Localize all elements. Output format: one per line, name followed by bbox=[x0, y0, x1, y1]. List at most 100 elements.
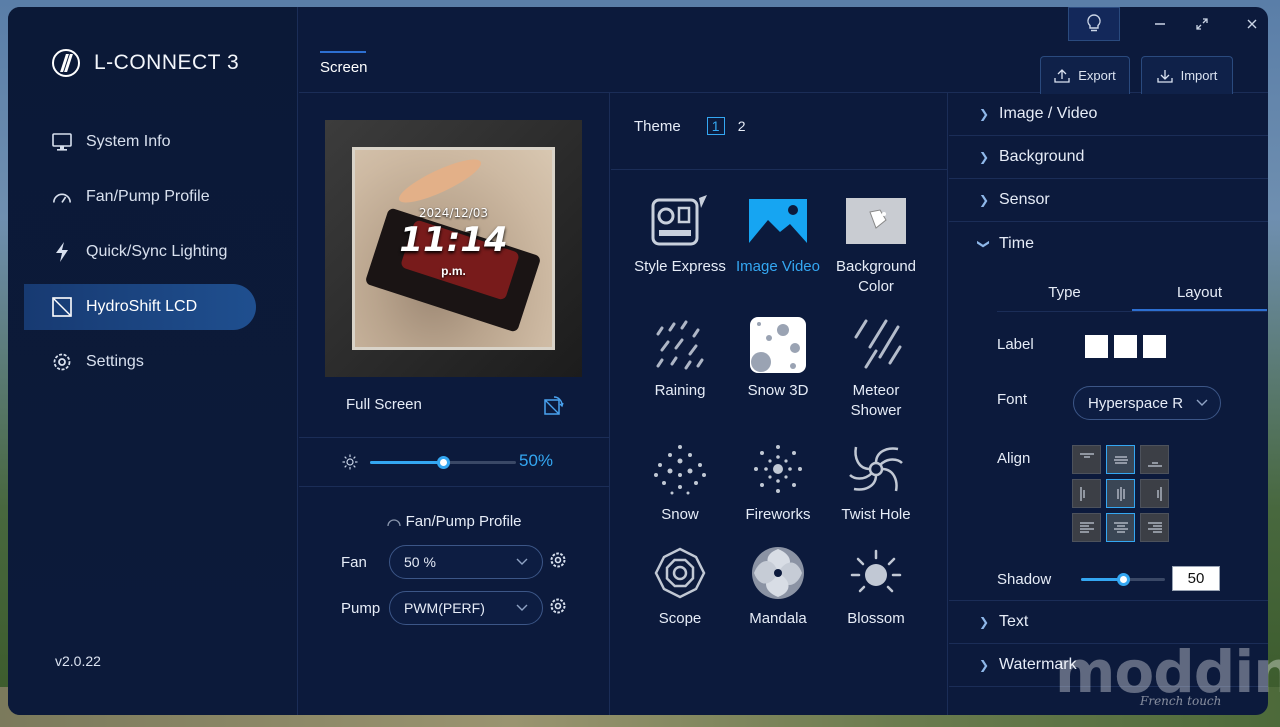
theme-item-label: Fireworks bbox=[745, 506, 811, 523]
brightness-slider[interactable] bbox=[370, 456, 516, 469]
theme-item-raining[interactable]: Raining bbox=[631, 317, 729, 421]
tab-layout[interactable]: Layout bbox=[1132, 280, 1267, 311]
theme-item-background-color[interactable]: Background Color bbox=[827, 193, 925, 297]
section-time[interactable]: ❯ Time bbox=[949, 222, 1268, 265]
lightning-icon bbox=[52, 242, 72, 262]
brand: L-CONNECT 3 bbox=[52, 49, 239, 77]
sidebar-item-quick-sync-lighting[interactable]: Quick/Sync Lighting bbox=[24, 229, 256, 275]
align-left-edge-icon bbox=[1079, 486, 1085, 501]
theme-item-label: Style Express bbox=[634, 258, 726, 275]
align-center-vertical-button[interactable] bbox=[1106, 479, 1135, 508]
theme-item-twist-hole[interactable]: Twist Hole bbox=[827, 441, 925, 525]
text-align-center-button[interactable] bbox=[1106, 513, 1135, 542]
label-color-swatch-2[interactable] bbox=[1114, 335, 1137, 358]
sidebar-item-system-info[interactable]: System Info bbox=[24, 119, 256, 165]
fan-label: Fan bbox=[341, 553, 367, 571]
theme-item-label: Mandala bbox=[749, 610, 807, 627]
brightness-slider-handle[interactable] bbox=[437, 456, 450, 469]
align-left-edge-button[interactable] bbox=[1072, 479, 1101, 508]
fan-select[interactable]: 50 % bbox=[389, 545, 543, 579]
shadow-label: Shadow bbox=[997, 571, 1052, 588]
sidebar-item-label: HydroShift LCD bbox=[86, 298, 198, 315]
align-bottom-icon bbox=[1147, 461, 1162, 467]
theme-page-1[interactable]: 1 bbox=[706, 117, 725, 135]
chevron-right-icon: ❯ bbox=[979, 658, 990, 672]
theme-page-2[interactable]: 2 bbox=[733, 117, 751, 135]
divider bbox=[299, 486, 610, 487]
tips-bulb-button[interactable] bbox=[1068, 7, 1120, 41]
sidebar-item-settings[interactable]: Settings bbox=[24, 339, 256, 385]
label-color-swatch-1[interactable] bbox=[1085, 335, 1108, 358]
shadow-slider-handle[interactable] bbox=[1117, 573, 1130, 586]
chevron-right-icon: ❯ bbox=[979, 150, 990, 164]
text-align-left-button[interactable] bbox=[1072, 513, 1101, 542]
maximize-button[interactable] bbox=[1176, 7, 1228, 41]
fan-settings-gear-icon[interactable] bbox=[549, 551, 567, 574]
theme-item-snow[interactable]: Snow bbox=[631, 441, 729, 525]
section-label: Time bbox=[999, 234, 1034, 252]
chevron-right-icon: ❯ bbox=[979, 107, 990, 121]
time-subtabs: Type Layout bbox=[997, 280, 1267, 312]
minimize-icon bbox=[1155, 23, 1165, 25]
chevron-right-icon: ❯ bbox=[979, 615, 990, 629]
fireworks-icon bbox=[747, 441, 809, 497]
rotate-screen-icon[interactable] bbox=[542, 395, 564, 422]
tab-type[interactable]: Type bbox=[997, 280, 1132, 311]
theme-grid: Style Express Image Video Background Col… bbox=[631, 193, 931, 629]
section-sensor[interactable]: ❯ Sensor bbox=[949, 179, 1268, 222]
lian-li-logo-icon bbox=[52, 49, 80, 77]
shadow-value-input[interactable]: 50 bbox=[1172, 566, 1220, 591]
app-window: L-CONNECT 3 System Info Fan/Pump Profile… bbox=[8, 7, 1268, 715]
theme-item-blossom[interactable]: Blossom bbox=[827, 545, 925, 629]
align-bottom-button[interactable] bbox=[1140, 445, 1169, 474]
export-button[interactable]: Export bbox=[1040, 56, 1130, 94]
blossom-icon bbox=[845, 545, 907, 601]
align-top-button[interactable] bbox=[1072, 445, 1101, 474]
gauge-icon bbox=[387, 519, 402, 527]
label-color-swatch-3[interactable] bbox=[1143, 335, 1166, 358]
close-button[interactable] bbox=[1226, 7, 1268, 41]
label-color-label: Label bbox=[997, 336, 1034, 353]
align-center-vertical-icon bbox=[1116, 486, 1125, 501]
pump-settings-gear-icon[interactable] bbox=[549, 597, 567, 620]
bulb-icon bbox=[1087, 14, 1101, 32]
sidebar-item-hydroshift-lcd[interactable]: HydroShift LCD bbox=[24, 284, 256, 330]
image-video-icon bbox=[747, 193, 809, 249]
pump-select[interactable]: PWM(PERF) bbox=[389, 591, 543, 625]
shadow-slider[interactable] bbox=[1081, 573, 1165, 586]
brightness-value: 50% bbox=[519, 451, 554, 470]
theme-item-scope[interactable]: Scope bbox=[631, 545, 729, 629]
theme-item-fireworks[interactable]: Fireworks bbox=[729, 441, 827, 525]
sidebar-item-fan-pump-profile[interactable]: Fan/Pump Profile bbox=[24, 174, 256, 220]
theme-item-mandala[interactable]: Mandala bbox=[729, 545, 827, 629]
sidebar: L-CONNECT 3 System Info Fan/Pump Profile… bbox=[8, 7, 298, 715]
theme-item-style-express[interactable]: Style Express bbox=[631, 193, 729, 297]
section-image-video[interactable]: ❯ Image / Video bbox=[949, 93, 1268, 136]
align-middle-button[interactable] bbox=[1106, 445, 1135, 474]
sidebar-nav: System Info Fan/Pump Profile Quick/Sync … bbox=[24, 119, 256, 394]
theme-item-meteor-shower[interactable]: Meteor Shower bbox=[827, 317, 925, 421]
theme-item-snow-3d[interactable]: Snow 3D bbox=[729, 317, 827, 421]
display-mode-label: Full Screen bbox=[346, 396, 422, 413]
monitor-icon bbox=[52, 132, 72, 152]
section-background[interactable]: ❯ Background bbox=[949, 136, 1268, 179]
export-label: Export bbox=[1078, 68, 1116, 83]
tab-screen[interactable]: Screen bbox=[320, 51, 368, 76]
lcd-time: 11:14 bbox=[399, 220, 508, 260]
app-title: L-CONNECT 3 bbox=[94, 51, 240, 74]
import-button[interactable]: Import bbox=[1141, 56, 1233, 94]
align-middle-icon bbox=[1113, 455, 1128, 464]
text-align-right-button[interactable] bbox=[1140, 513, 1169, 542]
align-grid bbox=[1072, 445, 1169, 542]
theme-item-label: Snow 3D bbox=[747, 382, 809, 399]
theme-item-image-video[interactable]: Image Video bbox=[729, 193, 827, 297]
sidebar-item-label: Fan/Pump Profile bbox=[86, 188, 210, 205]
sidebar-item-label: Settings bbox=[86, 353, 144, 370]
twist-hole-icon bbox=[845, 441, 907, 497]
align-right-edge-button[interactable] bbox=[1140, 479, 1169, 508]
pump-select-value: PWM(PERF) bbox=[404, 600, 485, 616]
download-icon bbox=[1156, 69, 1173, 83]
mandala-icon bbox=[747, 545, 809, 601]
theme-item-label: Twist Hole bbox=[841, 506, 911, 523]
font-select[interactable]: Hyperspace R bbox=[1073, 386, 1221, 420]
